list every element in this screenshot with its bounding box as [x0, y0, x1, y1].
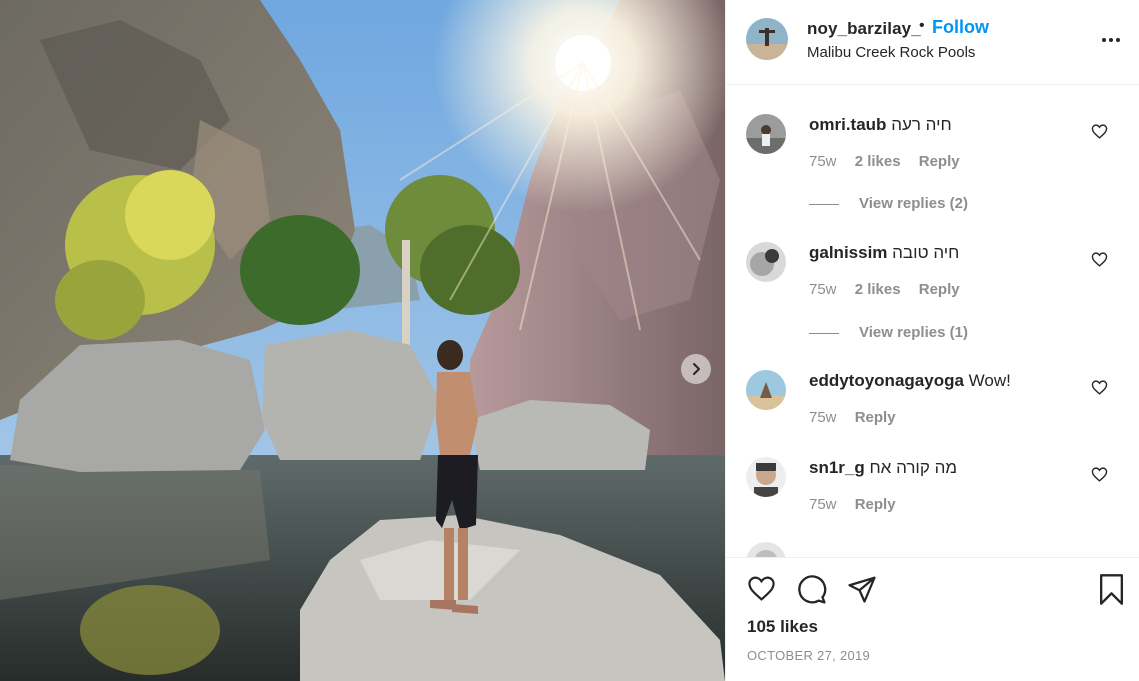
heart-icon — [1091, 380, 1108, 395]
heart-icon — [1091, 252, 1108, 267]
paper-plane-icon — [848, 576, 876, 603]
post-header: noy_barzilay_ • Follow Malibu Creek Rock… — [726, 0, 1139, 85]
post-location[interactable]: Malibu Creek Rock Pools — [807, 44, 975, 61]
next-photo-button[interactable] — [681, 354, 711, 384]
comment-text: מה קורה אח — [869, 458, 958, 477]
post-date[interactable]: OCTOBER 27, 2019 — [747, 648, 870, 663]
comment-time[interactable]: 75w — [809, 281, 837, 298]
bookmark-icon — [1100, 574, 1123, 605]
save-button[interactable] — [1098, 574, 1125, 605]
comment-time[interactable]: 75w — [809, 153, 837, 170]
comment-like-button[interactable] — [1091, 251, 1108, 268]
heart-icon — [748, 576, 775, 601]
post-photo[interactable] — [0, 0, 725, 681]
avatar[interactable] — [746, 370, 786, 410]
comment-username[interactable]: omri.taub — [809, 115, 886, 134]
comment-time[interactable]: 75w — [809, 496, 837, 513]
separator-dot: • — [919, 17, 925, 34]
comment-like-button[interactable] — [1091, 466, 1108, 483]
more-options-icon[interactable] — [1102, 36, 1124, 44]
comment-list[interactable]: omri.taub חיה רעה 75w 2 likes Reply View… — [726, 86, 1139, 557]
comment-username[interactable]: eddytoyonagayoga — [809, 371, 964, 390]
reply-button[interactable]: Reply — [855, 496, 896, 513]
comment-likes[interactable]: 2 likes — [855, 281, 901, 298]
view-replies-label: View replies (2) — [859, 195, 968, 212]
comment-likes[interactable]: 2 likes — [855, 153, 901, 170]
post-username[interactable]: noy_barzilay_ — [807, 19, 921, 39]
comment-username[interactable]: galnissim — [809, 243, 887, 262]
reply-button[interactable]: Reply — [919, 153, 960, 170]
heart-icon — [1091, 124, 1108, 139]
reply-button[interactable]: Reply — [919, 281, 960, 298]
comment-like-button[interactable] — [1091, 379, 1108, 396]
avatar[interactable] — [746, 114, 786, 154]
reply-button[interactable]: Reply — [855, 409, 896, 426]
comment-text: חיה רעה — [891, 115, 952, 134]
canyon-photo — [0, 0, 725, 681]
comment-username[interactable]: sn1r_g — [809, 458, 865, 477]
comment-button[interactable] — [796, 574, 827, 605]
comment-text: Wow! — [968, 371, 1011, 390]
likes-count[interactable]: 105 likes — [747, 617, 818, 637]
avatar[interactable] — [746, 542, 786, 557]
comment-time[interactable]: 75w — [809, 409, 837, 426]
follow-button[interactable]: Follow — [932, 17, 989, 38]
share-button[interactable] — [847, 574, 877, 604]
comment-text: חיה טובה — [892, 243, 960, 262]
avatar[interactable] — [746, 457, 786, 497]
view-replies-button[interactable]: View replies (1) — [809, 324, 968, 341]
avatar[interactable] — [746, 242, 786, 282]
post-actions: 105 likes OCTOBER 27, 2019 — [726, 557, 1139, 681]
view-replies-button[interactable]: View replies (2) — [809, 195, 968, 212]
like-button[interactable] — [746, 574, 777, 603]
chevron-right-icon — [693, 363, 700, 375]
heart-icon — [1091, 467, 1108, 482]
post-side-panel: noy_barzilay_ • Follow Malibu Creek Rock… — [725, 0, 1139, 681]
comment-bubble-icon — [798, 575, 827, 604]
view-replies-label: View replies (1) — [859, 324, 968, 341]
comment-like-button[interactable] — [1091, 123, 1108, 140]
avatar[interactable] — [746, 18, 788, 60]
